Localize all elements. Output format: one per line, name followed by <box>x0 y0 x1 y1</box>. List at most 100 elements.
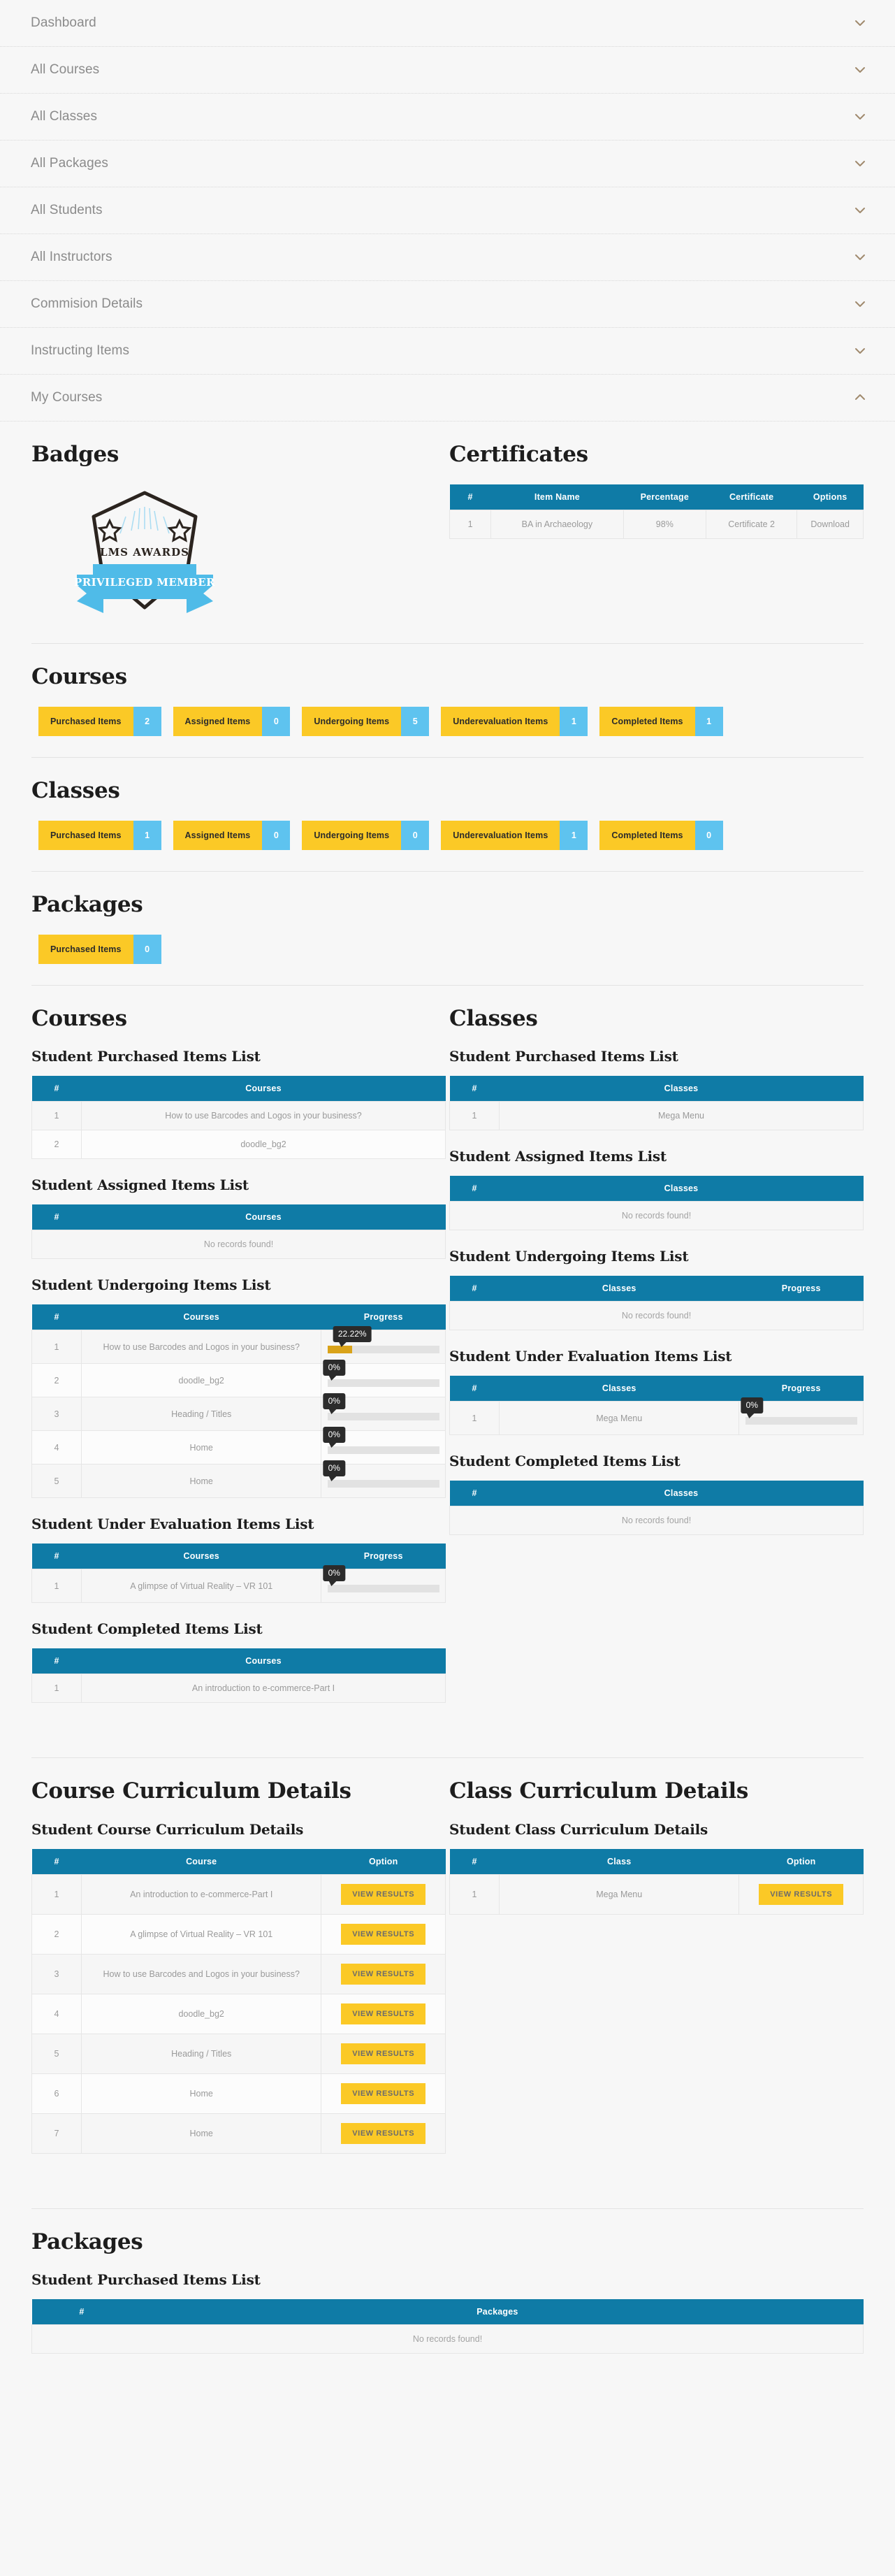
table-header-row: # Courses Progress <box>31 1304 446 1330</box>
accordion-item-all-students[interactable]: All Students <box>0 187 895 234</box>
empty-message: No records found! <box>449 1201 864 1231</box>
chevron-down-icon[interactable] <box>853 15 868 31</box>
accordion-item-label: My Courses <box>31 390 103 405</box>
column-header-percentage: Percentage <box>623 484 706 510</box>
accordion-item-commision-details[interactable]: Commision Details <box>0 281 895 328</box>
chevron-down-icon[interactable] <box>853 109 868 124</box>
column-header-item: Courses <box>81 1648 446 1674</box>
stat-pill-purchased-items[interactable]: Purchased Items 2 <box>38 707 161 737</box>
view-results-button[interactable]: VIEW RESULTS <box>341 1883 426 1905</box>
empty-message: No records found! <box>31 1230 446 1260</box>
view-results-button[interactable]: VIEW RESULTS <box>341 2043 426 2064</box>
empty-row: No records found! <box>31 2324 864 2354</box>
accordion-item-label: All Instructors <box>31 250 112 264</box>
cell-item-name: BA in Archaeology <box>490 510 624 540</box>
packages-list-title: Packages <box>31 2229 143 2254</box>
completed-list-title: Student Completed Items List <box>449 1453 681 1470</box>
cell-item-name: Mega Menu <box>499 1101 864 1131</box>
column-header-num: # <box>449 1481 500 1506</box>
cell-option: VIEW RESULTS <box>321 2073 446 2114</box>
view-results-button[interactable]: VIEW RESULTS <box>759 1883 844 1905</box>
table-body: 1A glimpse of Virtual Reality – VR 101 0% <box>31 1565 446 1604</box>
accordion-item-my-courses[interactable]: My Courses <box>0 375 895 422</box>
chevron-down-icon[interactable] <box>853 296 868 312</box>
column-header-num: # <box>449 1376 500 1402</box>
progress-tooltip: 0% <box>323 1427 345 1448</box>
empty-message: No records found! <box>31 2324 864 2354</box>
cell-progress: 0% <box>321 1565 446 1604</box>
stat-pill-count: 2 <box>133 707 161 737</box>
accordion-item-label: All Packages <box>31 156 109 171</box>
column-header-item-name: Item Name <box>490 484 624 510</box>
stat-pill-assigned-items[interactable]: Assigned Items 0 <box>173 707 291 737</box>
chevron-up-icon[interactable] <box>853 390 868 405</box>
stat-pill-underevaluation-items[interactable]: Underevaluation Items 1 <box>441 707 588 737</box>
stat-pill-completed-items[interactable]: Completed Items 1 <box>599 707 723 737</box>
undergoing-list-block: Student Undergoing Items List # Classes Pro… <box>449 1249 864 1331</box>
accordion-item-all-instructors[interactable]: All Instructors <box>0 234 895 281</box>
view-results-button[interactable]: VIEW RESULTS <box>341 1923 426 1945</box>
packages-summary-title: Packages <box>31 892 143 918</box>
view-results-button[interactable]: VIEW RESULTS <box>341 2122 426 2144</box>
table-header-row: # Courses Progress <box>31 1544 446 1569</box>
completed-list-block: Student Completed Items List # Courses 1 An … <box>31 1621 446 1704</box>
view-results-button[interactable]: VIEW RESULTS <box>341 2003 426 2024</box>
column-header-num: # <box>31 1076 82 1102</box>
stat-pill-purchased-items[interactable]: Purchased Items 1 <box>38 821 161 851</box>
table-row: 5 Heading / Titles VIEW RESULTS <box>31 2033 446 2074</box>
table-body: 1 Mega Menu <box>449 1101 864 1131</box>
cell-progress: 0% <box>321 1460 446 1499</box>
progress-bar: 0% <box>323 1393 439 1421</box>
stat-pill-assigned-items[interactable]: Assigned Items 0 <box>173 821 291 851</box>
stat-pill-completed-items[interactable]: Completed Items 0 <box>599 821 723 851</box>
packages-pill-group: Purchased Items 0 <box>31 935 864 965</box>
chevron-down-icon[interactable] <box>853 203 868 218</box>
cell-num: 6 <box>31 2073 82 2114</box>
cell-download-link[interactable]: Download <box>796 510 864 540</box>
table-row: 4 doodle_bg2 VIEW RESULTS <box>31 1993 446 2034</box>
packages-list-subtitle: Student Purchased Items List <box>31 2271 261 2288</box>
table-body: 1 Mega Menu 0% <box>449 1397 864 1436</box>
stat-pill-label: Assigned Items <box>173 821 263 851</box>
column-header-class: Class <box>499 1848 739 1875</box>
item-lists-section: Courses Student Purchased Items List # Cou… <box>0 986 895 1759</box>
table-body: 1 An introduction to e-commerce-Part I VIE… <box>31 1873 446 2154</box>
table-header-row: # Classes Progress <box>449 1276 864 1302</box>
view-results-button[interactable]: VIEW RESULTS <box>341 2082 426 2104</box>
stat-pill-label: Underevaluation Items <box>441 707 560 737</box>
stat-pill-count: 0 <box>694 821 723 851</box>
chevron-down-icon[interactable] <box>853 343 868 359</box>
table-header-row: # Course Option <box>31 1848 446 1875</box>
assigned-list-block: Student Assigned Items List # Courses No re… <box>31 1177 446 1260</box>
chevron-down-icon[interactable] <box>853 250 868 265</box>
stat-pill-undergoing-items[interactable]: Undergoing Items 5 <box>302 707 430 737</box>
table-body: No records found! <box>449 1201 864 1231</box>
progress-tooltip: 0% <box>323 1565 345 1587</box>
stat-pill-undergoing-items[interactable]: Undergoing Items 0 <box>302 821 430 851</box>
chevron-down-icon[interactable] <box>853 156 868 171</box>
view-results-button[interactable]: VIEW RESULTS <box>341 1963 426 1985</box>
cell-num: 1 <box>31 1873 82 1915</box>
cell-item-name: Heading / Titles <box>81 2033 322 2074</box>
cell-option: VIEW RESULTS <box>321 1873 446 1915</box>
accordion-item-all-packages[interactable]: All Packages <box>0 141 895 187</box>
stat-pill-underevaluation-items[interactable]: Underevaluation Items 1 <box>441 821 588 851</box>
accordion-item-instructing-items[interactable]: Instructing Items <box>0 328 895 375</box>
table-body: 1 BA in Archaeology 98% Certificate 2 Downlo… <box>449 510 864 540</box>
cell-progress: 0% <box>738 1397 864 1436</box>
table-header-row: # Classes Progress <box>449 1376 864 1402</box>
cell-progress: 22.22% <box>321 1326 446 1365</box>
table-header-row: # Packages <box>31 2298 864 2325</box>
accordion-item-all-courses[interactable]: All Courses <box>0 47 895 94</box>
accordion-item-label: Instructing Items <box>31 343 130 358</box>
cell-num: 2 <box>31 1130 82 1160</box>
accordion-item-dashboard[interactable]: Dashboard <box>0 0 895 47</box>
purchased-table: # Classes 1 Mega Menu <box>449 1076 864 1131</box>
stat-pill-purchased-items[interactable]: Purchased Items 0 <box>38 935 161 965</box>
column-header-num: # <box>449 1848 500 1875</box>
accordion-item-all-classes[interactable]: All Classes <box>0 94 895 141</box>
cell-item-name: A glimpse of Virtual Reality – VR 101 <box>81 1913 322 1955</box>
course-curriculum-column: Course Curriculum Details Student Course… <box>31 1779 446 2171</box>
classes-lists-title: Classes <box>449 1006 538 1032</box>
chevron-down-icon[interactable] <box>853 62 868 78</box>
